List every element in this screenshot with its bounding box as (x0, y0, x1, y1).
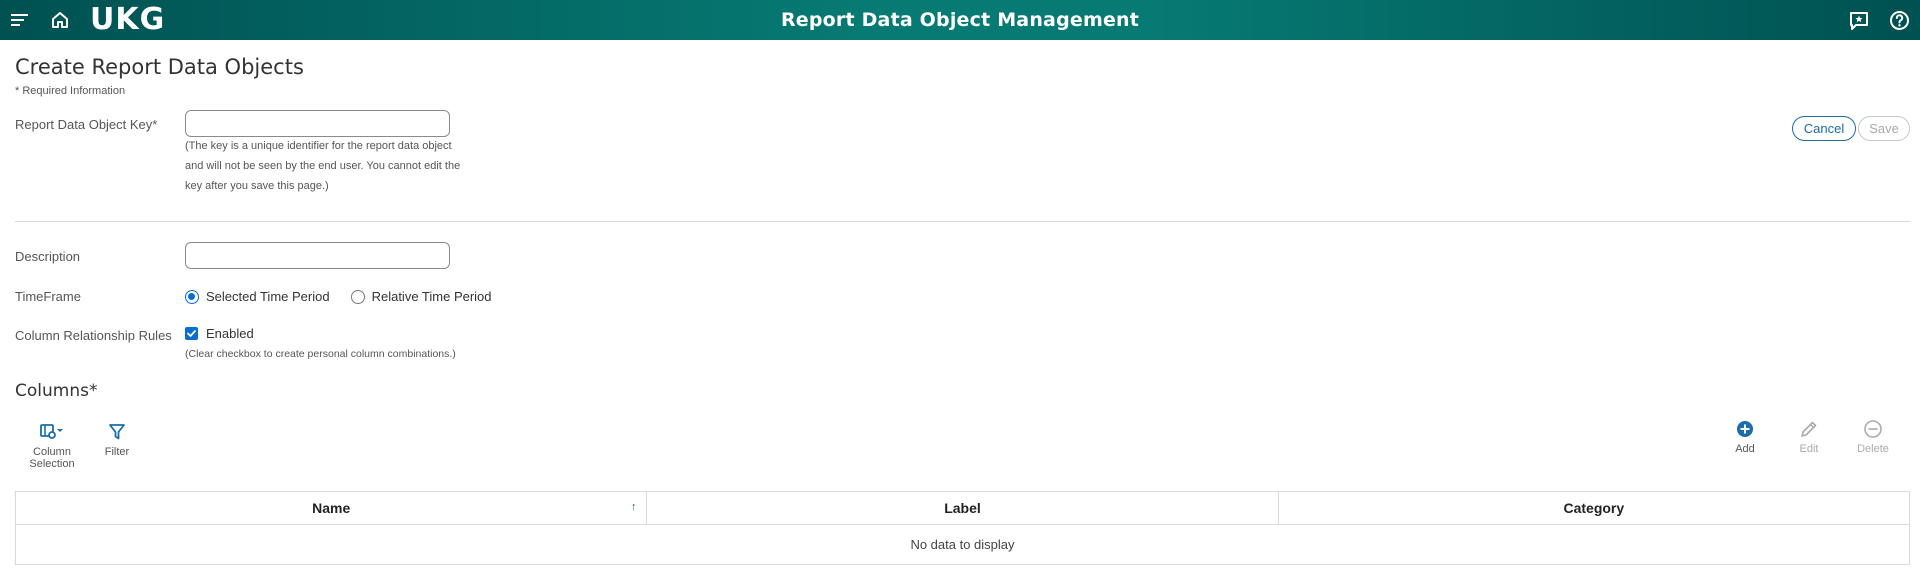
save-button[interactable]: Save (1858, 116, 1910, 141)
edit-icon (1801, 421, 1817, 437)
key-hint-line: and will not be seen by the end user. Yo… (185, 160, 461, 172)
key-hint-line: key after you save this page.) (185, 180, 329, 192)
radio-button-unchecked[interactable] (350, 289, 365, 304)
report-data-object-key-label: Report Data Object Key* (15, 117, 158, 132)
column-selection-label: Column (33, 446, 71, 458)
enabled-checkbox[interactable] (185, 327, 198, 340)
help-button[interactable] (1889, 10, 1910, 31)
columns-section-title: Columns* (15, 381, 98, 401)
filter-icon (109, 424, 125, 440)
key-hint-line: (The key is a unique identifier for the … (185, 140, 452, 152)
column-selection-button[interactable]: Column Selection (27, 422, 77, 470)
column-selection-icon (40, 424, 63, 439)
feedback-button[interactable] (1849, 11, 1869, 31)
radio-selected-time-period[interactable]: Selected Time Period (185, 289, 330, 304)
columns-table: Name ↑ Label Category No data to display (15, 491, 1910, 565)
timeframe-radio-group: Selected Time Period Relative Time Perio… (185, 289, 513, 304)
app-title: Report Data Object Management (780, 9, 1140, 31)
cancel-button[interactable]: Cancel (1792, 116, 1856, 141)
section-divider (15, 221, 1910, 222)
add-label: Add (1735, 443, 1755, 455)
help-icon (1890, 11, 1909, 30)
timeframe-label: TimeFrame (15, 289, 81, 304)
add-button[interactable]: Add (1730, 419, 1760, 455)
column-relationship-rules-label: Column Relationship Rules (15, 328, 172, 343)
required-info-note: * Required Information (15, 85, 126, 97)
edit-label: Edit (1799, 443, 1819, 455)
sort-ascending-icon[interactable]: ↑ (631, 501, 637, 513)
table-header-row: Name ↑ Label Category (16, 492, 1909, 525)
edit-button[interactable]: Edit (1794, 419, 1824, 455)
column-header-name[interactable]: Name ↑ (16, 492, 646, 524)
report-data-object-key-input[interactable] (185, 110, 450, 137)
column-selection-label: Selection (29, 458, 75, 470)
column-header-label: Category (1563, 500, 1625, 516)
radio-button-checked[interactable] (185, 289, 199, 304)
feedback-icon (1850, 12, 1868, 30)
checkmark-icon (187, 330, 196, 337)
key-hint: (The key is a unique identifier for the … (185, 136, 460, 196)
enabled-checkbox-row[interactable]: Enabled (185, 326, 254, 341)
description-input[interactable] (185, 242, 450, 269)
radio-label: Relative Time Period (371, 289, 492, 304)
delete-button[interactable]: Delete (1853, 419, 1893, 455)
filter-label: Filter (104, 446, 130, 458)
column-header-label-col[interactable]: Label (646, 492, 1277, 524)
column-header-label: Name (312, 500, 351, 516)
add-icon (1737, 421, 1753, 437)
radio-relative-time-period[interactable]: Relative Time Period (350, 289, 492, 304)
column-header-label: Label (944, 500, 981, 516)
filter-button[interactable]: Filter (100, 422, 134, 458)
column-header-category[interactable]: Category (1277, 492, 1909, 524)
delete-label: Delete (1857, 443, 1889, 455)
delete-icon (1864, 420, 1882, 438)
description-label: Description (15, 249, 81, 264)
enabled-checkbox-label: Enabled (206, 326, 254, 341)
column-rules-hint: (Clear checkbox to create personal colum… (185, 348, 456, 360)
radio-label: Selected Time Period (206, 289, 330, 304)
table-empty-message: No data to display (16, 525, 1909, 565)
top-navigation-bar: UKG Report Data Object Management (0, 0, 1920, 40)
page-title: Create Report Data Objects (15, 55, 304, 79)
